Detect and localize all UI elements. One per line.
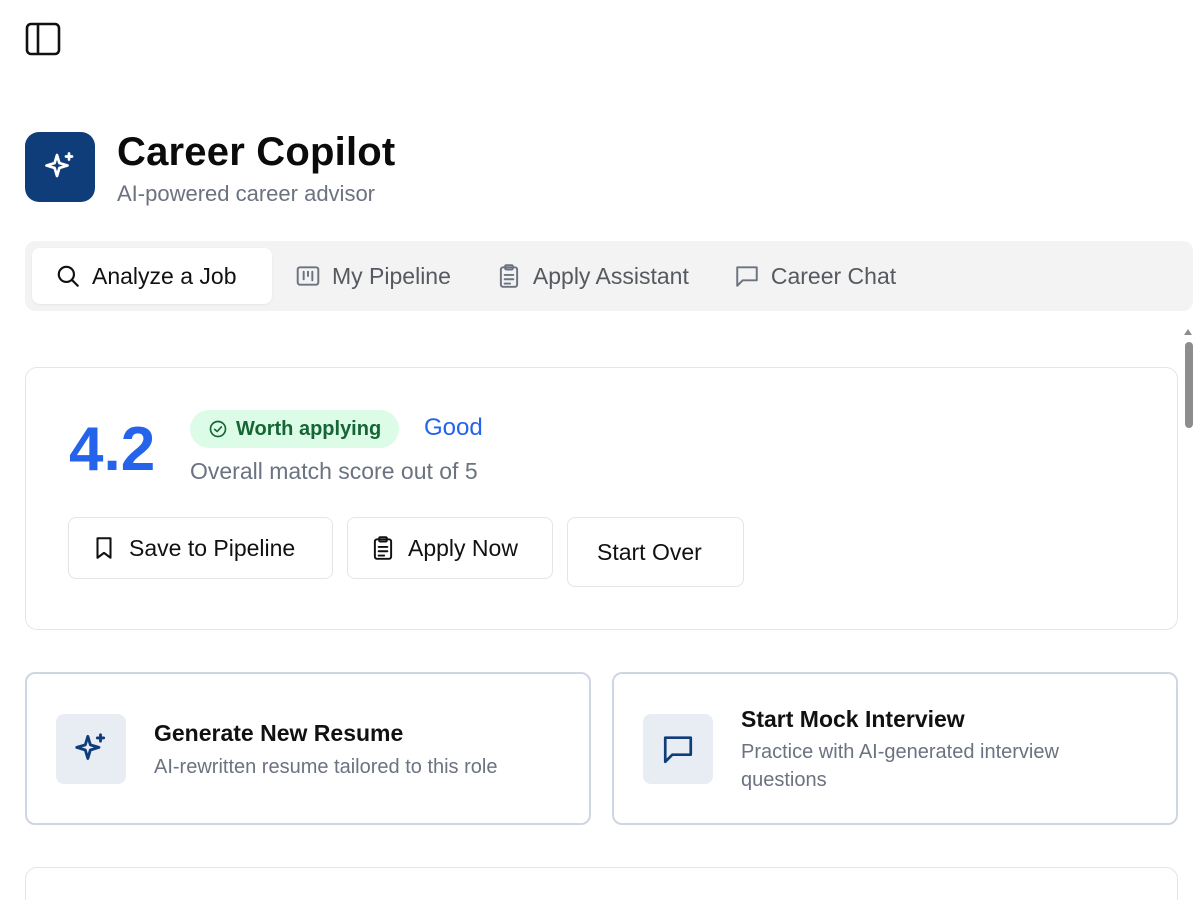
card-icon-box [643, 714, 713, 784]
start-over-button[interactable]: Start Over [567, 517, 744, 587]
tab-my-pipeline[interactable]: My Pipeline [272, 248, 473, 304]
rating-label: Good [424, 414, 483, 441]
generate-new-resume-card[interactable]: Generate New Resume AI-rewritten resume … [25, 672, 591, 825]
button-label: Save to Pipeline [129, 534, 296, 561]
card-description: AI-rewritten resume tailored to this rol… [154, 756, 498, 778]
clipboard-icon [373, 536, 393, 560]
card-icon-box [56, 714, 126, 784]
card-title: Generate New Resume [154, 720, 404, 746]
tab-label: My Pipeline [332, 262, 451, 289]
message-square-icon [736, 266, 758, 287]
sparkles-icon [75, 733, 106, 760]
start-mock-interview-card[interactable]: Start Mock Interview Practice with AI-ge… [612, 672, 1178, 825]
bookmark-icon [96, 537, 112, 559]
search-icon [57, 265, 79, 287]
card-description: Practice with AI-generated interview que… [741, 741, 1059, 791]
tab-label: Career Chat [770, 262, 897, 289]
message-square-icon [663, 736, 693, 764]
clipboard-icon [499, 264, 518, 288]
save-to-pipeline-button[interactable]: Save to Pipeline [68, 517, 333, 579]
apply-now-button[interactable]: Apply Now [347, 517, 553, 579]
app-title: Career Copilot [117, 130, 396, 174]
tab-career-chat[interactable]: Career Chat [711, 248, 918, 304]
app-subtitle: AI-powered career advisor [117, 181, 376, 206]
button-label: Apply Now [408, 534, 518, 561]
score-caption: Overall match score out of 5 [190, 458, 478, 484]
main-tabs: Analyze a Job My Pipeline Apply Assistan… [25, 241, 1193, 311]
tab-label: Analyze a Job [92, 262, 237, 289]
sparkles-icon [45, 152, 74, 178]
sidebar-panel-icon [25, 22, 61, 56]
tab-label: Apply Assistant [532, 262, 689, 289]
kanban-icon [296, 266, 320, 286]
app-header: Career Copilot AI-powered career advisor [25, 130, 395, 208]
tab-apply-assistant[interactable]: Apply Assistant [473, 248, 711, 304]
brand-logo [25, 132, 95, 202]
match-score-value: 4.2 [69, 415, 156, 484]
scroll-up-arrow-icon[interactable] [1182, 328, 1194, 338]
status-badge-label: Worth applying [236, 417, 382, 440]
scrollbar-thumb[interactable] [1185, 342, 1193, 428]
button-label: Start Over [597, 538, 702, 565]
sidebar-toggle-button[interactable] [24, 20, 62, 58]
details-card [25, 867, 1178, 900]
card-title: Start Mock Interview [741, 706, 965, 732]
content-scrollbar[interactable] [1182, 328, 1194, 900]
check-circle-icon [209, 420, 227, 438]
match-score-card: 4.2 Worth applying Good Overall match sc… [25, 367, 1178, 630]
status-badge: Worth applying [190, 410, 400, 448]
tab-analyze-a-job[interactable]: Analyze a Job [32, 248, 272, 304]
